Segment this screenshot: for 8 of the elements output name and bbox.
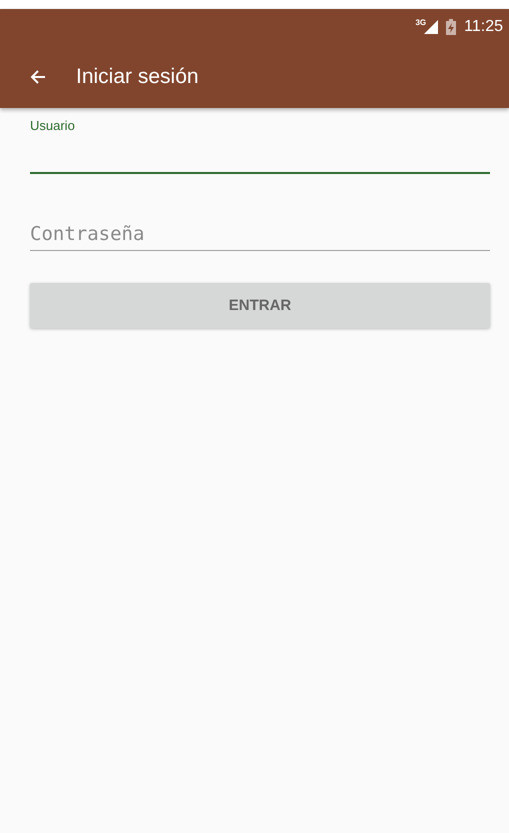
network-type: 3G: [415, 18, 426, 27]
field-label: Usuario: [30, 118, 76, 133]
battery-icon: [446, 19, 456, 35]
screen-title: Iniciar sesión: [76, 64, 199, 88]
clock-time: 11:25: [464, 18, 503, 36]
signal-icon: [424, 20, 438, 34]
input-field[interactable]: Contraseña: [30, 217, 490, 251]
back-arrow-icon[interactable]: [30, 68, 46, 84]
